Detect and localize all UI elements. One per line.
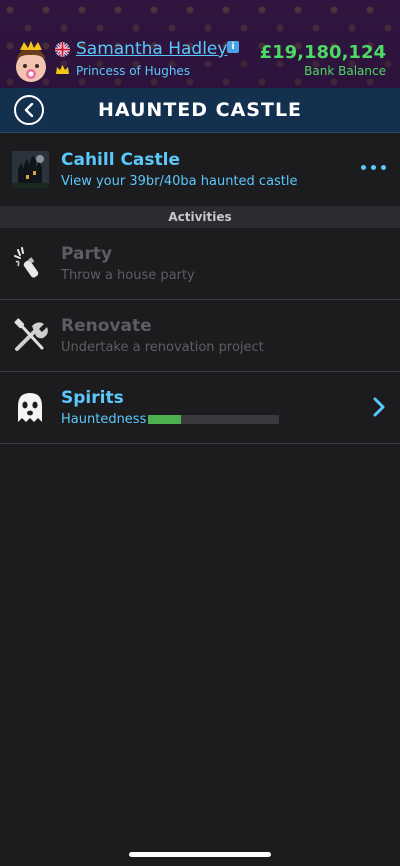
- activity-party[interactable]: Party Throw a house party: [0, 228, 400, 300]
- bank-balance: £19,180,124: [259, 42, 386, 63]
- property-title: Cahill Castle: [61, 150, 180, 170]
- more-options-icon[interactable]: [360, 162, 388, 174]
- profile-name-link[interactable]: Samantha Hadley: [76, 39, 227, 59]
- activity-subtitle: Throw a house party: [61, 268, 195, 283]
- nav-bar: HAUNTED CASTLE: [0, 88, 400, 133]
- hauntedness-meter: [148, 415, 279, 424]
- avatar[interactable]: [10, 40, 52, 84]
- activity-title: Spirits: [61, 388, 124, 408]
- bank-balance-label: Bank Balance: [304, 64, 386, 78]
- activity-title: Renovate: [61, 316, 152, 336]
- profile-header: Samantha Hadley i Princess of Hughes £19…: [0, 0, 400, 88]
- castle-icon: [12, 151, 49, 188]
- page-title: HAUNTED CASTLE: [97, 99, 303, 121]
- chevron-right-icon[interactable]: [372, 397, 386, 417]
- info-icon[interactable]: i: [227, 41, 239, 53]
- crown-icon: [56, 65, 69, 74]
- hauntedness-meter-fill: [148, 415, 181, 424]
- activity-spirits[interactable]: Spirits Hauntedness: [0, 372, 400, 444]
- party-popper-icon: [14, 247, 39, 278]
- property-subtitle: View your 39br/40ba haunted castle: [61, 174, 298, 189]
- ghost-icon: [18, 393, 42, 422]
- section-header-activities: Activities: [0, 206, 400, 228]
- activity-subtitle: Hauntedness: [61, 412, 147, 427]
- property-row[interactable]: Cahill Castle View your 39br/40ba haunte…: [0, 134, 400, 206]
- royal-title: Princess of Hughes: [76, 64, 191, 78]
- home-indicator[interactable]: [129, 852, 271, 857]
- activity-subtitle: Undertake a renovation project: [61, 340, 264, 355]
- uk-flag-icon: [55, 42, 70, 57]
- activity-title: Party: [61, 244, 113, 264]
- tools-icon: [14, 318, 48, 351]
- activity-renovate[interactable]: Renovate Undertake a renovation project: [0, 300, 400, 372]
